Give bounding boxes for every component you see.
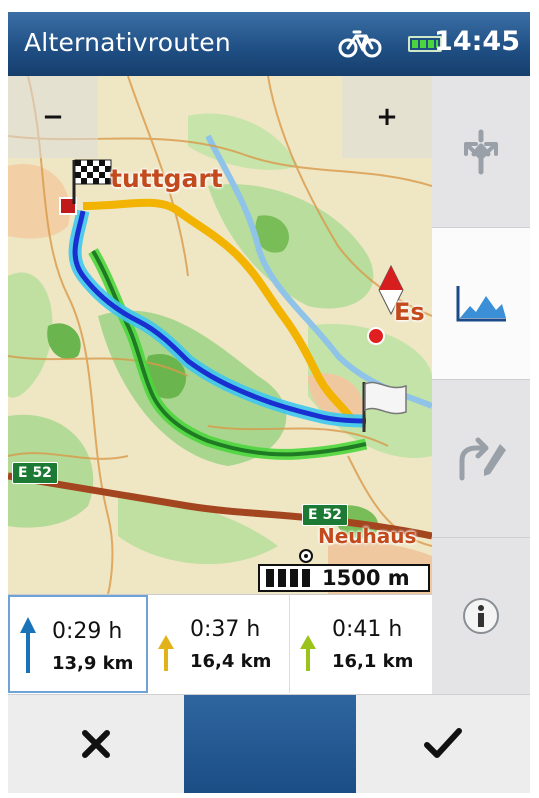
arrow-up-icon [158, 635, 174, 671]
bottom-bar [8, 694, 530, 793]
bike-icon [338, 30, 382, 58]
edit-route-button[interactable] [432, 380, 530, 538]
place-label-stuttgart: tuttgart [110, 164, 223, 193]
confirm-button[interactable] [356, 695, 530, 793]
zoom-out-button[interactable]: − [8, 76, 98, 158]
route-time: 0:29 h [52, 619, 123, 644]
road-badge-e52: E 52 [302, 504, 348, 526]
arrow-up-icon [20, 617, 36, 673]
road-badge-e52: E 52 [12, 462, 58, 484]
route-time: 0:37 h [190, 617, 261, 642]
elevation-profile-button[interactable] [432, 228, 530, 380]
close-icon [82, 730, 110, 758]
route-arrows-icon [464, 129, 498, 174]
clock: 14:45 [434, 26, 520, 57]
route-option-2[interactable]: 0:37 h 16,4 km [148, 595, 290, 693]
route-distance: 16,4 km [190, 651, 272, 672]
edit-route-icon [459, 437, 506, 480]
destination-flag-icon [362, 381, 407, 432]
screen-title: Alternativrouten [24, 28, 231, 57]
route-option-3[interactable]: 0:41 h 16,1 km [290, 595, 432, 693]
map-view[interactable]: − + tuttgart Es Neuhaus E 52 E 52 1500 m [8, 76, 432, 594]
center-button[interactable] [184, 695, 356, 793]
checkmark-icon [424, 728, 462, 758]
route-time: 0:41 h [332, 617, 403, 642]
info-icon [463, 598, 499, 634]
start-flag-icon [72, 159, 112, 204]
scale-label: 1500 m [322, 566, 410, 590]
scale-bar-icon [266, 569, 314, 587]
zoom-in-button[interactable]: + [342, 76, 432, 158]
place-label-neuhaus: Neuhaus [318, 524, 417, 548]
route-distance: 16,1 km [332, 651, 414, 672]
route-alternatives: 0:29 h 13,9 km 0:37 h 16,4 km 0:41 h 16,… [8, 594, 432, 695]
arrow-up-icon [300, 635, 316, 671]
place-label-es: Es [394, 298, 425, 326]
route-options-button[interactable] [432, 76, 530, 228]
route-option-1[interactable]: 0:29 h 13,9 km [8, 595, 148, 693]
elevation-icon [456, 285, 506, 321]
cancel-button[interactable] [8, 695, 184, 793]
info-button[interactable] [432, 538, 530, 694]
app-screen: Alternativrouten 14:45 − + tuttgart Es N… [0, 0, 539, 798]
side-panel [432, 76, 530, 694]
title-bar: Alternativrouten 14:45 [8, 12, 530, 76]
map-scale: 1500 m [258, 564, 430, 592]
route-distance: 13,9 km [52, 653, 134, 674]
